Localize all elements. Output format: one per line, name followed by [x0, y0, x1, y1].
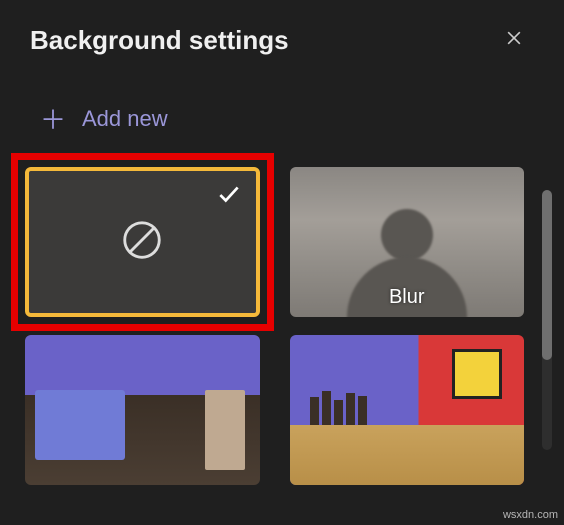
background-option-none[interactable]	[25, 167, 260, 317]
option-none-wrapper	[25, 167, 260, 317]
add-new-button[interactable]: ＋ Add new	[0, 70, 564, 167]
wall-art-icon	[452, 349, 502, 399]
watermark: wsxdn.com	[503, 509, 558, 521]
background-option-room2[interactable]	[290, 335, 525, 485]
books-decor	[310, 391, 367, 425]
page-title: Background settings	[30, 25, 289, 56]
background-option-room1[interactable]	[25, 335, 260, 485]
close-button[interactable]	[494, 20, 534, 60]
blur-label: Blur	[389, 286, 425, 309]
checkmark-icon	[216, 181, 242, 212]
no-background-icon	[119, 217, 165, 268]
background-options-grid: Blur	[0, 167, 564, 485]
scrollbar-thumb[interactable]	[542, 190, 552, 360]
plus-icon: ＋	[40, 100, 64, 137]
background-option-blur[interactable]: Blur	[290, 167, 525, 317]
close-icon	[504, 28, 524, 53]
add-new-label: Add new	[82, 106, 168, 132]
header: Background settings	[0, 0, 564, 70]
scrollbar[interactable]	[542, 190, 552, 450]
shelf-decor	[290, 425, 525, 485]
